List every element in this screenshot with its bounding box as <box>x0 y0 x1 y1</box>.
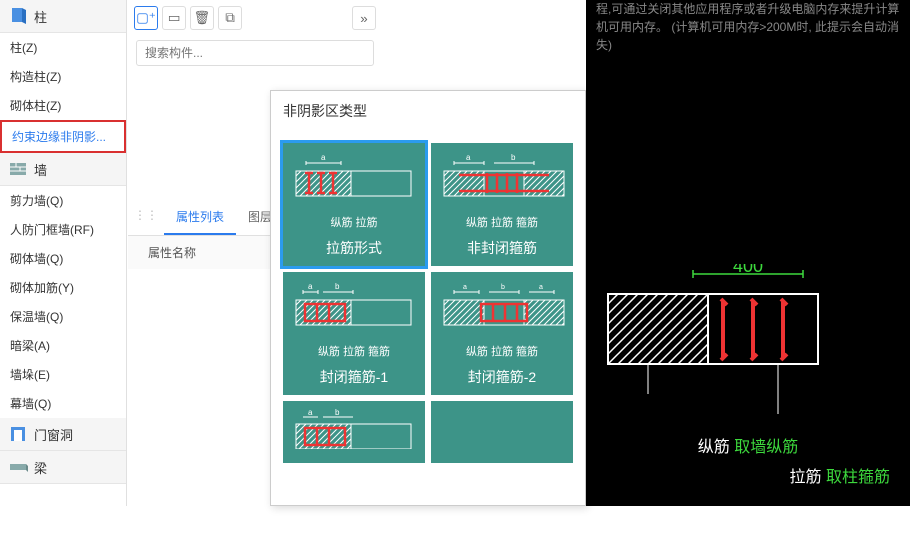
section-opening-label: 门窗洞 <box>34 425 73 444</box>
search-input[interactable] <box>136 40 374 66</box>
preview-canvas: 程,可通过关闭其他应用程序或者升级电脑内存来提升计算机可用内存。 (计算机可用内… <box>586 0 910 506</box>
diagram-fengbi2: aba <box>439 280 569 340</box>
svg-text:b: b <box>335 409 340 417</box>
preview-diagram: 400 纵筋 取墙纵筋 拉筋 取柱箍筋 拉筋形式 <box>586 264 910 536</box>
annotation-2: 拉筋 取柱箍筋 <box>586 463 910 487</box>
anno2-green: 取柱箍筋 <box>826 469 890 486</box>
anno1-green: 取墙纵筋 <box>734 439 798 456</box>
copy-button[interactable]: ⧉ <box>218 6 242 30</box>
diagram-feibi: ab <box>439 151 569 211</box>
new-button[interactable]: ▢⁺ <box>134 6 158 30</box>
trash-icon: 🗑 <box>194 10 211 26</box>
section-column-label: 柱 <box>34 7 47 26</box>
tree-item-qtz[interactable]: 砌体柱(Z) <box>0 91 126 120</box>
toolbar: ▢⁺ ▭ 🗑 ⧉ » <box>128 0 382 36</box>
copy-icon: ⧉ <box>225 10 235 26</box>
tree-item-gzz[interactable]: 构造柱(Z) <box>0 62 126 91</box>
dialog-title: 非阴影区类型 <box>271 91 585 131</box>
tree-item-hidden-beam[interactable]: 暗梁(A) <box>0 331 126 360</box>
card-labels: 纵筋 拉筋 <box>330 214 377 230</box>
card-fengbi2[interactable]: a b a 纵筋 拉筋 箍筋 封闭箍筋-2 <box>431 272 573 395</box>
card-labels: 纵筋 拉筋 箍筋 <box>466 343 538 359</box>
folder-icon: ▭ <box>168 10 181 26</box>
card-feibi[interactable]: ab 纵筋 拉筋 箍筋 非封闭箍筋 <box>431 143 573 266</box>
tree-item-z[interactable]: 柱(Z) <box>0 33 126 62</box>
svg-text:a: a <box>539 284 543 291</box>
type-dialog: 非阴影区类型 a 纵筋 拉筋 拉筋形式 ab 纵筋 拉筋 箍筋 非封闭箍筋 <box>270 90 586 506</box>
left-sidebar: 柱 柱(Z) 构造柱(Z) 砌体柱(Z) 约束边缘非阴影... 墙 剪力墙(Q)… <box>0 0 127 506</box>
tab-properties[interactable]: 属性列表 <box>164 200 236 235</box>
tree-item-pier[interactable]: 墙垛(E) <box>0 360 126 389</box>
card-name: 非封闭箍筋 <box>467 238 537 258</box>
chevron-right-icon: » <box>360 11 367 26</box>
svg-text:b: b <box>501 284 505 291</box>
wall-icon <box>8 159 28 179</box>
tree-item-constraint-edge[interactable]: 约束边缘非阴影... <box>0 120 126 153</box>
expand-button[interactable]: » <box>352 6 376 30</box>
beam-icon <box>8 457 28 477</box>
card-name: 拉筋形式 <box>326 238 382 258</box>
svg-text:a: a <box>466 153 471 162</box>
section-opening[interactable]: 门窗洞 <box>0 418 126 451</box>
anno1-white: 纵筋 <box>698 439 730 456</box>
tree-item-masonry-wall[interactable]: 砌体墙(Q) <box>0 244 126 273</box>
section-wall-label: 墙 <box>34 160 47 179</box>
card-partial-1[interactable]: ab <box>283 401 425 463</box>
section-beam[interactable]: 梁 <box>0 451 126 484</box>
card-fengbi1[interactable]: ab 纵筋 拉筋 箍筋 封闭箍筋-1 <box>283 272 425 395</box>
delete-button[interactable]: 🗑 <box>190 6 214 30</box>
memory-hint: 程,可通过关闭其他应用程序或者升级电脑内存来提升计算机可用内存。 (计算机可用内… <box>586 0 910 64</box>
dim-text: 400 <box>733 264 763 276</box>
diagram-lajin: a <box>291 151 421 211</box>
opening-icon <box>8 424 28 444</box>
section-beam-label: 梁 <box>34 458 47 477</box>
column-icon <box>8 6 28 26</box>
new-icon: ▢⁺ <box>136 10 156 26</box>
card-labels: 纵筋 拉筋 箍筋 <box>318 343 390 359</box>
tree-item-rf[interactable]: 人防门框墙(RF) <box>0 215 126 244</box>
svg-text:a: a <box>321 153 326 162</box>
svg-text:b: b <box>335 282 340 291</box>
svg-text:a: a <box>463 284 467 291</box>
svg-text:a: a <box>308 409 313 417</box>
annotation-1: 纵筋 取墙纵筋 <box>586 433 910 457</box>
anno2-white: 拉筋 <box>790 469 822 486</box>
folder-button[interactable]: ▭ <box>162 6 186 30</box>
diagram-fengbi1: ab <box>291 280 421 340</box>
preview-title: 拉筋形式 <box>586 501 910 536</box>
card-partial-2[interactable] <box>431 401 573 463</box>
section-column[interactable]: 柱 <box>0 0 126 33</box>
section-wall[interactable]: 墙 <box>0 153 126 186</box>
diagram-partial1: ab <box>291 409 421 449</box>
drag-handle-icon[interactable]: ⋮⋮ <box>128 200 164 235</box>
tree-item-curtain[interactable]: 幕墙(Q) <box>0 389 126 418</box>
svg-text:a: a <box>308 282 313 291</box>
card-labels: 纵筋 拉筋 箍筋 <box>466 214 538 230</box>
tree-item-insulation[interactable]: 保温墙(Q) <box>0 302 126 331</box>
card-name: 封闭箍筋-1 <box>320 367 388 387</box>
tree-item-shearwall[interactable]: 剪力墙(Q) <box>0 186 126 215</box>
card-name: 封闭箍筋-2 <box>468 367 536 387</box>
tree-item-masonry-rebar[interactable]: 砌体加筋(Y) <box>0 273 126 302</box>
card-lajin[interactable]: a 纵筋 拉筋 拉筋形式 <box>283 143 425 266</box>
svg-text:b: b <box>511 153 516 162</box>
